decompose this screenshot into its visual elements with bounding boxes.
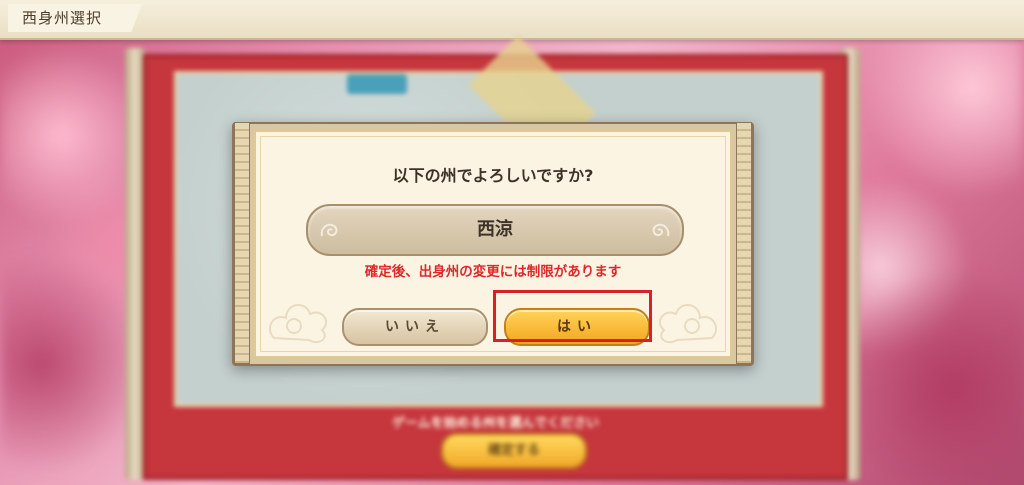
cloud-ornament-right-icon: [658, 304, 718, 344]
select-hint-text: ゲームを始める州を選んでください: [392, 416, 599, 431]
province-plate: 西涼: [306, 204, 684, 256]
dialog-question: 以下の州でよろしいですか?: [392, 166, 594, 185]
cloud-ornament-left-icon: [268, 304, 328, 344]
yes-button-highlight: [493, 290, 652, 342]
warning-text: 確定後、出身州の変更には制限があります: [364, 264, 622, 280]
dialog-rod-left: [234, 122, 250, 364]
confirm-button[interactable]: 確定する: [441, 433, 587, 469]
dialog-rod-right: [736, 122, 752, 364]
no-button[interactable]: いいえ: [342, 308, 488, 346]
scroll-rod-left: [125, 48, 145, 480]
recommend-tag: [347, 74, 407, 94]
page-title: 西身州選択: [8, 4, 143, 32]
header-bar: 西身州選択: [0, 0, 1024, 40]
province-name: 西涼: [477, 219, 513, 240]
